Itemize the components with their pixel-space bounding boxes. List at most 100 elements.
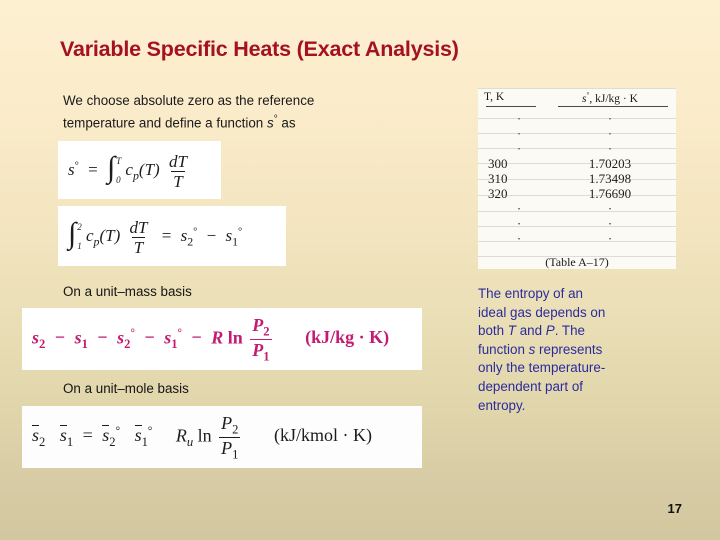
eq3-frac-numerator: P2 xyxy=(250,315,271,339)
eq1-fraction-dT-over-T: dT T xyxy=(167,152,189,191)
eq4-units: (kJ/kmol · K) xyxy=(273,425,372,446)
eq3-units: (kJ/kg · K) xyxy=(305,327,390,348)
note-line-3-mid: and xyxy=(515,323,546,339)
eq1-lhs: s xyxy=(68,160,75,180)
eq3-frac-den-sub: 1 xyxy=(263,349,270,364)
table-header-rules xyxy=(478,105,676,111)
eq3-term-3-degree: ° xyxy=(130,327,135,340)
eq3-term-1-subscript: 2 xyxy=(39,336,46,351)
eq4-operator-2: = xyxy=(82,425,93,446)
ellipsis-dot: · xyxy=(607,230,613,246)
eq1-cp: c xyxy=(125,160,133,180)
eq3-term-4-degree: ° xyxy=(177,327,182,340)
eq3-frac-den-sym: P xyxy=(252,339,264,360)
equation-box-unit-mass-entropy-change: s2 − s1 − s2° − s1° − R ln P2 P1 (kJ/kg … xyxy=(22,308,422,370)
eq2-rhs-2-degree: ° xyxy=(238,226,243,238)
table-header-entropy: s°, kJ/kg · K xyxy=(550,91,670,105)
intro-line-1: We choose absolute zero as the reference xyxy=(63,93,315,108)
note-line-1: The entropy of an xyxy=(478,286,583,301)
note-line-7: entropy. xyxy=(478,397,526,413)
eq2-upper-limit: 2 xyxy=(77,222,82,233)
table-caption: (Table A–17) xyxy=(545,254,609,269)
entropy-note-paragraph: The entropy of an ideal gas depends on b… xyxy=(478,285,654,415)
table-rule-col1 xyxy=(486,105,536,107)
note-line-4-post: represents xyxy=(535,341,603,357)
table-header-s-units: , kJ/kg · K xyxy=(589,92,638,105)
table-cell-temperature: 320 xyxy=(488,185,508,201)
eq1-cp-arg: (T) xyxy=(138,160,160,180)
intro-line-2-post: as xyxy=(277,115,296,131)
eq3-frac-denominator: P1 xyxy=(250,338,272,364)
eq1-frac-numerator: dT xyxy=(168,151,187,171)
eq1-lhs-degree: ° xyxy=(74,160,79,172)
equation-2-content: ∫ 2 1 cp(T) dT T = s2° − s1° xyxy=(58,215,286,257)
equation-box-definition-s0: s° = ∫ T 0 cp(T) dT T xyxy=(58,141,221,199)
ellipsis-dot: · xyxy=(607,215,613,231)
table-row-ellipsis-bottom-2: · · xyxy=(478,216,676,231)
eq3-ln: ln xyxy=(227,327,243,348)
eq4-frac-den-sub: 1 xyxy=(232,447,239,462)
eq4-term-4-degree: ° xyxy=(147,425,153,438)
note-symbol-P: P xyxy=(545,323,555,339)
eq4-term-1-subscript: 2 xyxy=(39,434,46,449)
label-unit-mole-basis: On a unit–mole basis xyxy=(63,381,189,396)
eq3-term-1: s xyxy=(32,327,40,348)
page-number: 17 xyxy=(667,501,682,516)
eq4-spacer xyxy=(162,425,167,445)
intro-paragraph: We choose absolute zero as the reference… xyxy=(63,91,423,132)
eq2-lower-limit: 1 xyxy=(77,240,82,251)
table-row: 320 1.76690 xyxy=(478,186,676,201)
equation-box-integral-difference: ∫ 2 1 cp(T) dT T = s2° − s1° xyxy=(58,206,286,266)
eq2-frac-numerator: dT xyxy=(129,217,148,237)
eq4-frac-den-sym: P xyxy=(221,437,233,458)
eq4-frac-numerator: P2 xyxy=(219,413,240,437)
note-line-3-post: . The xyxy=(554,323,585,339)
eq1-lower-limit: 0 xyxy=(116,174,121,185)
eq3-operator-3: − xyxy=(144,327,155,348)
eq1-integral-limits: T 0 xyxy=(116,156,121,186)
eq3-operator-4: − xyxy=(191,327,202,348)
eq3-operator-1: − xyxy=(54,327,66,348)
eq4-ln: ln xyxy=(197,425,212,446)
eq2-minus: − xyxy=(206,226,217,246)
eq1-frac-denominator: T xyxy=(171,170,185,191)
note-line-6: dependent part of xyxy=(478,378,583,394)
ellipsis-dot: · xyxy=(607,200,613,216)
eq4-frac-num-sym: P xyxy=(221,412,233,433)
eq2-equals: = xyxy=(161,226,172,246)
label-unit-mass-basis: On a unit–mass basis xyxy=(63,284,192,299)
eq1-equals: = xyxy=(88,160,98,180)
intro-line-2-pre: temperature and define a function xyxy=(63,115,267,131)
eq1-upper-limit: T xyxy=(116,156,122,167)
eq2-frac-denominator: T xyxy=(131,236,146,257)
note-line-4-pre: function xyxy=(478,341,529,357)
eq4-universal-gas-constant: R xyxy=(175,425,187,446)
eq4-term-2-subscript: 1 xyxy=(66,434,74,449)
eq3-operator-2: − xyxy=(97,327,108,348)
equation-3-content: s2 − s1 − s2° − s1° − R ln P2 P1 (kJ/kg … xyxy=(22,315,422,363)
eq3-frac-num-sym: P xyxy=(252,314,264,335)
eq3-term-2: s xyxy=(74,327,82,348)
table-header-row: T, K s°, kJ/kg · K xyxy=(478,88,676,106)
eq2-cp: c xyxy=(85,226,94,246)
eq4-term-3-degree: ° xyxy=(115,425,121,438)
note-line-2: ideal gas depends on xyxy=(478,304,606,320)
ideal-gas-property-table: T, K s°, kJ/kg · K · · · · · · 300 1.702… xyxy=(478,88,676,269)
table-cell-entropy: 1.76690 xyxy=(588,185,632,201)
eq4-gas-constant-subscript: u xyxy=(186,434,194,449)
eq2-integral-limits: 2 1 xyxy=(77,222,82,252)
eq4-frac-denominator: P1 xyxy=(219,436,241,462)
eq2-fraction-dT-over-T: dT T xyxy=(128,218,150,257)
table-row-ellipsis-bottom-1: · · xyxy=(478,201,676,216)
table-row-ellipsis-bottom-3: · · xyxy=(478,231,676,246)
eq1-integral-sign: ∫ xyxy=(106,151,116,185)
eq3-frac-num-sub: 2 xyxy=(263,324,270,339)
eq4-term-1: s xyxy=(32,425,40,446)
eq4-frac-num-sub: 2 xyxy=(232,422,239,437)
eq3-pressure-ratio: P2 P1 xyxy=(250,315,272,364)
eq4-term-4: s xyxy=(134,425,142,446)
table-rule-col2 xyxy=(558,105,668,107)
table-header-temperature: T, K xyxy=(484,91,505,103)
eq2-cp-arg: (T) xyxy=(99,226,121,246)
ellipsis-dot: · xyxy=(516,230,522,246)
